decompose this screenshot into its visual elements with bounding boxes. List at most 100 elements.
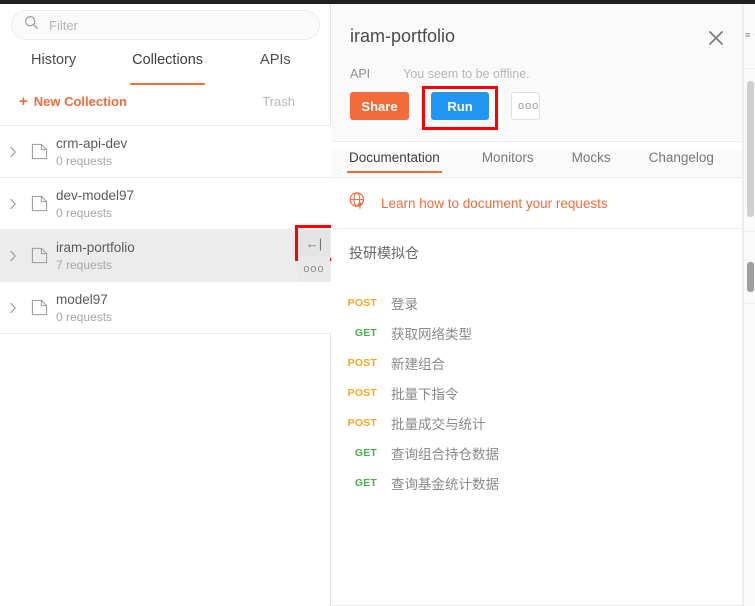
request-name: 新建组合 xyxy=(391,353,445,373)
request-method: POST xyxy=(332,417,377,429)
collection-name: crm-api-dev xyxy=(56,135,127,152)
tab-mocks[interactable]: Mocks xyxy=(572,150,611,173)
tab-history[interactable]: History xyxy=(31,52,76,85)
search-input[interactable] xyxy=(49,18,289,33)
request-method: POST xyxy=(332,387,377,399)
chevron-right-icon[interactable] xyxy=(0,302,26,314)
collapse-arrow-icon: ←| xyxy=(306,236,322,251)
chevron-right-icon[interactable] xyxy=(0,146,26,158)
tab-changelog-label: Changelog xyxy=(649,150,714,165)
collection-request-count: 7 requests xyxy=(56,257,135,273)
request-list: POST 登录 GET 获取网络类型 POST 新建组合 POST 批量下指令 … xyxy=(332,288,744,498)
app-window: History Collections APIs + New Collectio… xyxy=(0,0,755,606)
documentation-banner[interactable]: Learn how to document your requests xyxy=(332,177,744,229)
share-button[interactable]: Share xyxy=(350,92,409,120)
filter-search-container xyxy=(11,10,320,40)
tab-apis[interactable]: APIs xyxy=(260,52,291,85)
tab-documentation-label: Documentation xyxy=(349,150,440,165)
request-method: POST xyxy=(332,297,377,309)
collection-detail-panel: iram-portfolio API You seem to be offlin… xyxy=(332,4,755,606)
ellipsis-icon: ooo xyxy=(303,263,324,275)
collection-row-dev-model97[interactable]: dev-model97 0 requests xyxy=(0,178,331,230)
folder-icon xyxy=(26,143,52,160)
chevron-right-icon[interactable] xyxy=(0,198,26,210)
collection-more-options-button[interactable]: ooo xyxy=(298,256,330,282)
panel-header: iram-portfolio API You seem to be offlin… xyxy=(332,4,744,142)
search-box[interactable] xyxy=(11,10,320,40)
request-method: POST xyxy=(332,357,377,369)
trash-link[interactable]: Trash xyxy=(262,94,295,109)
collection-text: dev-model97 0 requests xyxy=(56,187,134,221)
folder-icon xyxy=(26,195,52,212)
scroll-divider xyxy=(744,68,755,69)
folder-icon xyxy=(26,247,52,264)
panel-button-group: Share Run ooo xyxy=(350,92,540,120)
tab-collections[interactable]: Collections xyxy=(132,52,203,85)
window-scrollbar[interactable]: ≡ xyxy=(743,4,755,606)
request-row[interactable]: GET 查询基金统计数据 xyxy=(332,468,744,498)
close-icon[interactable] xyxy=(706,28,726,48)
request-name: 批量成交与统计 xyxy=(391,413,486,433)
scrollbar-thumb-upper[interactable] xyxy=(747,81,754,217)
request-row[interactable]: POST 登录 xyxy=(332,288,744,318)
tab-monitors-label: Monitors xyxy=(482,150,534,165)
request-row[interactable]: POST 批量成交与统计 xyxy=(332,408,744,438)
collection-row-model97[interactable]: model97 0 requests xyxy=(0,282,331,334)
collection-name: iram-portfolio xyxy=(56,239,135,256)
panel-meta: API You seem to be offline. xyxy=(350,67,530,81)
collection-text: model97 0 requests xyxy=(56,291,112,325)
documentation-banner-link[interactable]: Learn how to document your requests xyxy=(381,196,608,211)
tab-monitors[interactable]: Monitors xyxy=(482,150,534,173)
tab-collections-label: Collections xyxy=(132,52,203,68)
request-row[interactable]: POST 批量下指令 xyxy=(332,378,744,408)
scroll-divider xyxy=(744,231,755,232)
request-name: 登录 xyxy=(391,293,418,313)
documentation-body: 投研模拟仓 POST 登录 GET 获取网络类型 POST 新建组合 POST … xyxy=(332,230,744,605)
sidebar-actions: + New Collection Trash xyxy=(0,94,331,123)
tab-apis-label: APIs xyxy=(260,52,291,68)
globe-publish-icon xyxy=(348,191,367,215)
request-row[interactable]: GET 查询组合持仓数据 xyxy=(332,438,744,468)
request-name: 查询组合持仓数据 xyxy=(391,443,499,463)
request-name: 查询基金统计数据 xyxy=(391,473,499,493)
collection-request-count: 0 requests xyxy=(56,309,112,325)
collection-text: iram-portfolio 7 requests xyxy=(56,239,135,273)
run-button[interactable]: Run xyxy=(431,92,489,120)
collection-text: crm-api-dev 0 requests xyxy=(56,135,127,169)
request-method: GET xyxy=(332,327,377,339)
tab-history-label: History xyxy=(31,52,76,68)
new-collection-label: New Collection xyxy=(34,94,127,109)
collection-list: crm-api-dev 0 requests dev-m xyxy=(0,125,331,606)
chevron-right-icon[interactable] xyxy=(0,250,26,262)
offline-status-text: You seem to be offline. xyxy=(403,67,529,81)
api-label: API xyxy=(350,67,370,81)
sidebar-tab-bar: History Collections APIs xyxy=(0,52,331,85)
collection-name: model97 xyxy=(56,291,112,308)
request-name: 获取网络类型 xyxy=(391,323,472,343)
request-name: 批量下指令 xyxy=(391,383,459,403)
request-row[interactable]: GET 获取网络类型 xyxy=(332,318,744,348)
panel-more-options-button[interactable]: ooo xyxy=(511,92,540,120)
scrollbar-thumb-lower[interactable] xyxy=(747,262,754,292)
request-method: GET xyxy=(332,477,377,489)
collection-row-crm-api-dev[interactable]: crm-api-dev 0 requests xyxy=(0,126,331,178)
tab-documentation[interactable]: Documentation xyxy=(349,150,440,173)
request-row[interactable]: POST 新建组合 xyxy=(332,348,744,378)
collection-name: dev-model97 xyxy=(56,187,134,204)
sidebar: History Collections APIs + New Collectio… xyxy=(0,4,331,606)
collection-request-count: 0 requests xyxy=(56,205,134,221)
search-icon xyxy=(24,15,39,35)
plus-icon: + xyxy=(19,94,28,109)
tab-mocks-label: Mocks xyxy=(572,150,611,165)
panel-tab-bar: Documentation Monitors Mocks Changelog xyxy=(332,150,744,177)
folder-icon xyxy=(26,299,52,316)
tab-changelog[interactable]: Changelog xyxy=(649,150,714,173)
request-method: GET xyxy=(332,447,377,459)
new-collection-button[interactable]: + New Collection xyxy=(19,94,127,109)
scroll-divider xyxy=(744,303,755,304)
collection-row-iram-portfolio[interactable]: iram-portfolio 7 requests ←| ooo xyxy=(0,230,331,282)
page-title: iram-portfolio xyxy=(350,26,455,47)
edge-glyph-icon: ≡ xyxy=(745,30,750,40)
collapse-sidebar-button[interactable]: ←| xyxy=(298,230,330,256)
run-button-wrapper: Run xyxy=(431,92,489,120)
